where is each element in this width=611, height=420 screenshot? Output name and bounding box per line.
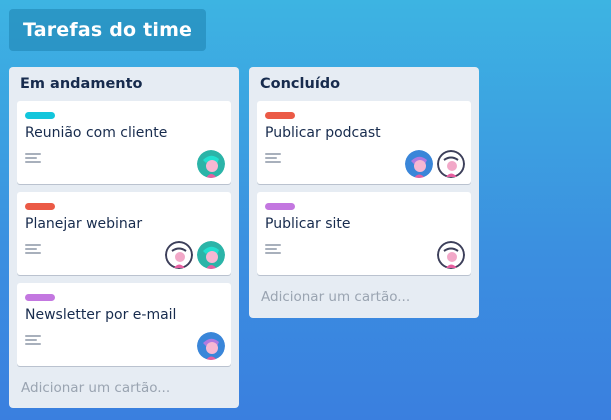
card-members xyxy=(165,241,225,269)
avatar-white[interactable] xyxy=(437,150,465,178)
avatar-white[interactable] xyxy=(165,241,193,269)
avatar-teal[interactable] xyxy=(197,241,225,269)
card-planejar-webinar[interactable]: Planejar webinar xyxy=(17,192,231,275)
add-card-button[interactable]: Adicionar um cartão... xyxy=(17,374,231,404)
description-icon xyxy=(265,244,281,254)
card-members xyxy=(197,332,225,360)
card-label xyxy=(25,294,55,301)
list-concluido: Concluído Publicar podcast Publicar site… xyxy=(249,67,479,318)
card-title: Publicar podcast xyxy=(265,125,381,141)
description-icon xyxy=(265,153,281,163)
list-em-andamento: Em andamento Reunião com cliente Planeja… xyxy=(9,67,239,408)
description-icon xyxy=(25,335,41,345)
card-title: Reunião com cliente xyxy=(25,125,168,141)
card-title: Newsletter por e-mail xyxy=(25,307,177,323)
list-title[interactable]: Concluído xyxy=(257,67,471,101)
card-label xyxy=(265,112,295,119)
card-members xyxy=(437,241,465,269)
list-title[interactable]: Em andamento xyxy=(17,67,231,101)
card-members xyxy=(197,150,225,178)
add-card-button[interactable]: Adicionar um cartão... xyxy=(257,283,471,313)
card-reuniao-com-cliente[interactable]: Reunião com cliente xyxy=(17,101,231,184)
card-newsletter-por-email[interactable]: Newsletter por e-mail xyxy=(17,283,231,366)
avatar-white[interactable] xyxy=(437,241,465,269)
card-label xyxy=(25,203,55,210)
avatar-teal[interactable] xyxy=(197,150,225,178)
description-icon xyxy=(25,153,41,163)
board-title[interactable]: Tarefas do time xyxy=(9,9,207,51)
card-title: Publicar site xyxy=(265,216,351,232)
description-icon xyxy=(25,244,41,254)
card-title: Planejar webinar xyxy=(25,216,143,232)
card-publicar-podcast[interactable]: Publicar podcast xyxy=(257,101,471,184)
avatar-blue[interactable] xyxy=(405,150,433,178)
card-label xyxy=(265,203,295,210)
card-label xyxy=(25,112,55,119)
card-publicar-site[interactable]: Publicar site xyxy=(257,192,471,275)
avatar-blue[interactable] xyxy=(197,332,225,360)
card-members xyxy=(405,150,465,178)
